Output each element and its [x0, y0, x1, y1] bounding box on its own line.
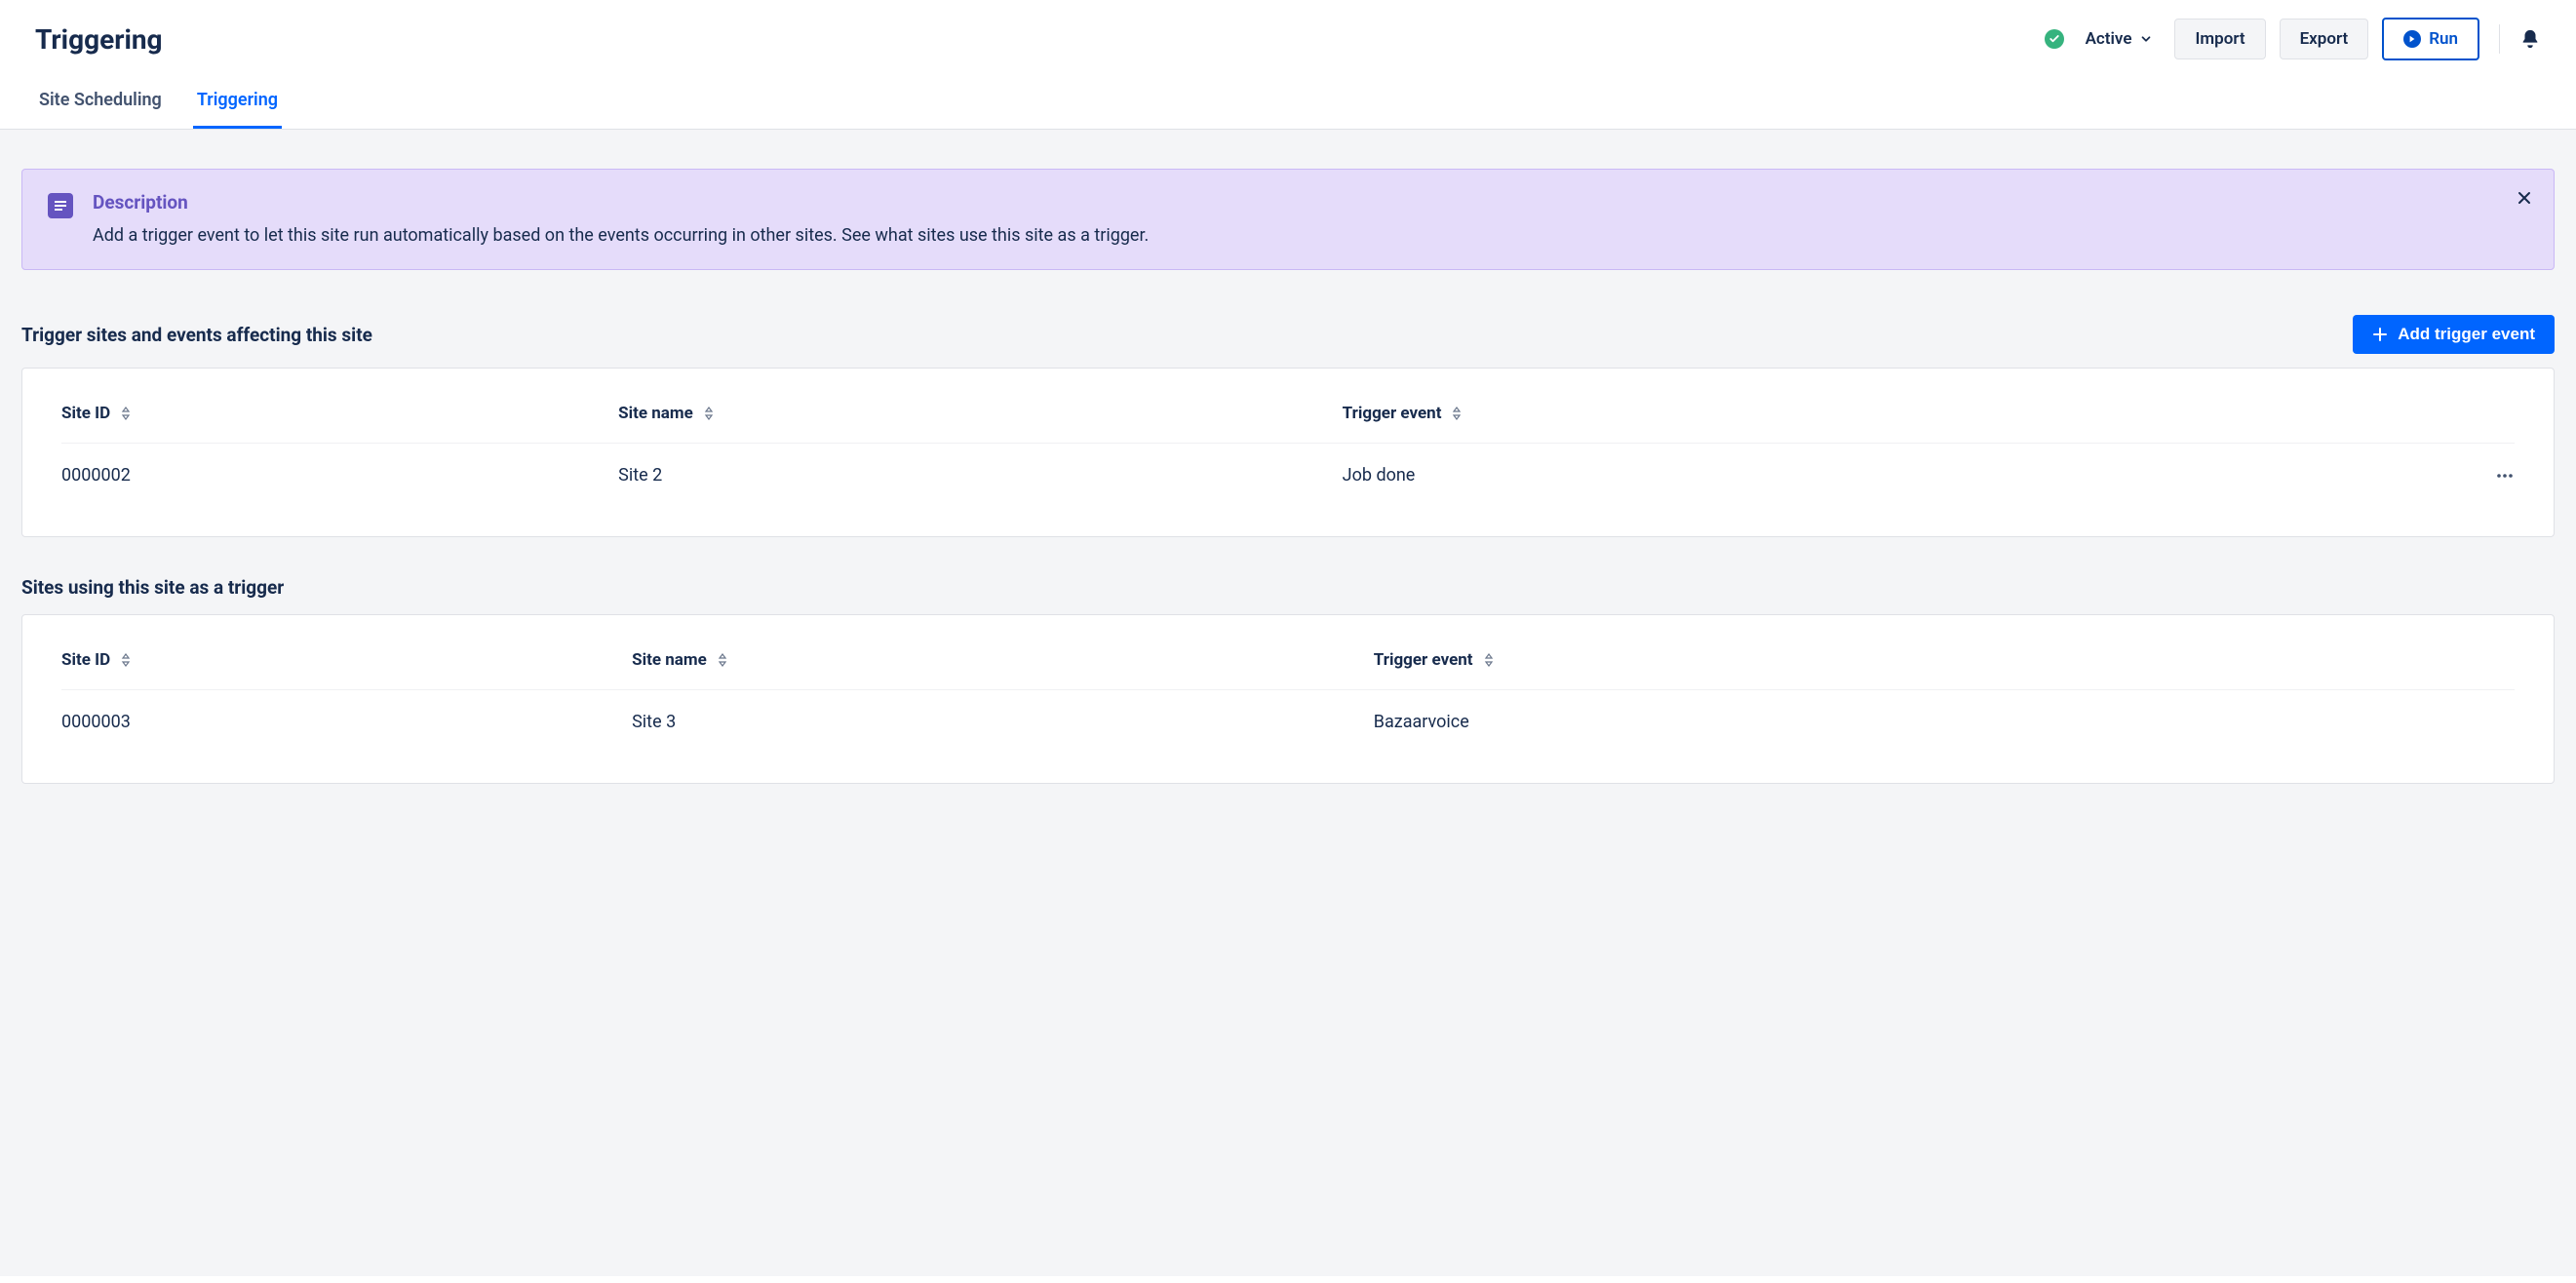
trigger-sites-table: Site ID Site name Trigger event 0000002 … [21, 368, 2555, 537]
col-site-name-label: Site name [618, 404, 693, 423]
cell-trigger-event: Job done [1343, 465, 2456, 486]
col-site-name[interactable]: Site name [618, 404, 1343, 423]
description-panel: Description Add a trigger event to let t… [21, 169, 2555, 270]
tabs: Site Scheduling Triggering [0, 60, 2576, 130]
sort-icon [120, 652, 132, 668]
export-button[interactable]: Export [2280, 19, 2369, 59]
cell-site-id: 0000002 [61, 465, 618, 486]
sort-icon [120, 406, 132, 421]
status-label: Active [2086, 29, 2132, 49]
play-icon [2403, 30, 2421, 48]
col-site-id[interactable]: Site ID [61, 650, 632, 670]
close-icon[interactable] [2517, 187, 2532, 211]
add-trigger-event-button[interactable]: Add trigger event [2353, 315, 2555, 354]
used-by-table: Site ID Site name Trigger event 0000003 … [21, 614, 2555, 784]
col-site-id-label: Site ID [61, 404, 110, 423]
row-actions-icon[interactable] [2456, 465, 2515, 486]
description-body: Description Add a trigger event to let t… [93, 191, 1149, 248]
section2-title: Sites using this site as a trigger [21, 576, 2555, 599]
description-icon [48, 193, 73, 218]
header-actions: Active Import Export Run [2045, 18, 2541, 60]
page-title: Triggering [35, 23, 163, 56]
tab-triggering[interactable]: Triggering [193, 84, 282, 129]
content: Description Add a trigger event to let t… [0, 130, 2576, 1276]
col-trigger-event-label: Trigger event [1374, 650, 1473, 670]
cell-site-name: Site 3 [632, 712, 1374, 732]
add-trigger-event-label: Add trigger event [2398, 325, 2535, 344]
plus-icon [2372, 327, 2388, 342]
section2: Sites using this site as a trigger Site … [21, 576, 2555, 784]
description-text: Add a trigger event to let this site run… [93, 223, 1149, 248]
col-trigger-event[interactable]: Trigger event [1343, 404, 2456, 423]
table-header: Site ID Site name Trigger event [61, 625, 2515, 690]
run-button[interactable]: Run [2382, 18, 2479, 60]
table-row: 0000003 Site 3 Bazaarvoice [61, 690, 2515, 754]
col-trigger-event-label: Trigger event [1343, 404, 1442, 423]
sort-icon [1451, 406, 1463, 421]
run-label: Run [2429, 29, 2458, 49]
table-header: Site ID Site name Trigger event [61, 378, 2515, 444]
col-site-name[interactable]: Site name [632, 650, 1374, 670]
description-title: Description [93, 191, 1149, 214]
sort-icon [1483, 652, 1495, 668]
status-ok-icon [2045, 29, 2064, 49]
notifications-icon[interactable] [2519, 28, 2541, 50]
col-site-id-label: Site ID [61, 650, 110, 670]
cell-site-id: 0000003 [61, 712, 632, 732]
import-button[interactable]: Import [2174, 19, 2265, 59]
col-trigger-event[interactable]: Trigger event [1374, 650, 2515, 670]
sort-icon [703, 406, 715, 421]
section1-header: Trigger sites and events affecting this … [21, 315, 2555, 354]
status-dropdown[interactable]: Active [2078, 23, 2162, 55]
cell-site-name: Site 2 [618, 465, 1343, 486]
table-row: 0000002 Site 2 Job done [61, 444, 2515, 507]
cell-trigger-event: Bazaarvoice [1374, 712, 2515, 732]
sort-icon [717, 652, 728, 668]
tab-site-scheduling[interactable]: Site Scheduling [35, 84, 166, 129]
col-site-name-label: Site name [632, 650, 707, 670]
col-site-id[interactable]: Site ID [61, 404, 618, 423]
chevron-down-icon [2139, 32, 2153, 46]
divider [2499, 24, 2500, 54]
section1-title: Trigger sites and events affecting this … [21, 324, 372, 346]
